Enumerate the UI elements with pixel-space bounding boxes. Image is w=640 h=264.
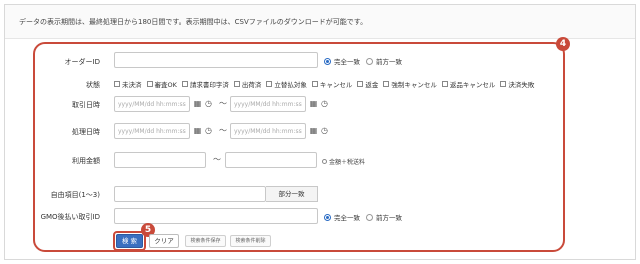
clock-icon[interactable]: ◷ [319, 125, 330, 136]
range-separator: 〜 [219, 126, 227, 135]
checkbox[interactable] [146, 81, 153, 87]
free-item-input[interactable] [114, 186, 266, 202]
order-id-prefix-label: 前方一致 [376, 58, 402, 66]
clear-button[interactable]: クリア [149, 234, 179, 248]
status-option[interactable]: 決済失敗 [500, 79, 534, 89]
gmo-transaction-id-label: GMO後払い取引ID [40, 213, 100, 221]
transaction-datetime-label: 取引日時 [72, 101, 100, 109]
order-id-exact-radio[interactable] [324, 57, 331, 65]
clock-icon[interactable]: ◷ [319, 98, 330, 109]
free-item-label: 自由項目(1〜3) [50, 191, 100, 199]
status-option[interactable]: 強制キャンセル [383, 79, 437, 89]
status-label: 状態 [86, 81, 100, 89]
status-option[interactable]: 返金 [357, 79, 378, 89]
order-id-label: オーダーID [64, 58, 100, 66]
amount-note: 金額＋税送料 [322, 157, 365, 166]
gmo-id-exact-label: 完全一致 [334, 214, 360, 222]
status-option[interactable]: 審査OK [146, 79, 177, 89]
checkbox[interactable] [357, 81, 364, 87]
display-period-notice: データの表示期間は、最終処理日から180日間です。表示期間中は、CSVファイルの… [19, 18, 368, 26]
save-conditions-button[interactable]: 検索条件保存 [185, 235, 226, 247]
calendar-icon[interactable]: ▦ [308, 125, 319, 136]
amount-from-input[interactable] [114, 152, 206, 168]
checkbox[interactable] [383, 81, 390, 87]
gmo-id-prefix-radio[interactable] [366, 213, 373, 221]
gmo-id-prefix-label: 前方一致 [376, 214, 402, 222]
callout-badge-4: 4 [556, 37, 570, 51]
processing-from-input[interactable] [114, 123, 190, 139]
notice-bar: データの表示期間は、最終処理日から180日間です。表示期間中は、CSVファイルの… [5, 5, 635, 39]
gmo-id-match-options: 完全一致 前方一致 [324, 212, 402, 222]
status-checkboxes: 未決済 審査OK 請求書印字済 出荷済 立替払対象 キャンセル 返金 強制キャン… [114, 79, 537, 89]
checkbox[interactable] [311, 81, 318, 87]
transaction-from-input[interactable] [114, 96, 190, 112]
search-button[interactable]: 検 索 [116, 234, 143, 248]
partial-match-label: 部分一致 [266, 186, 318, 202]
checkbox[interactable] [233, 81, 240, 87]
transaction-to-input[interactable] [230, 96, 306, 112]
checkbox[interactable] [266, 81, 273, 87]
calendar-icon[interactable]: ▦ [192, 125, 203, 136]
clock-icon[interactable]: ◷ [203, 125, 214, 136]
amount-label: 利用金額 [72, 157, 100, 165]
status-option[interactable]: 請求書印字済 [181, 79, 229, 89]
checkbox[interactable] [441, 81, 448, 87]
status-option[interactable]: 未決済 [114, 79, 142, 89]
range-separator: 〜 [213, 155, 221, 164]
status-option[interactable]: 立替払対象 [266, 79, 307, 89]
info-icon [322, 159, 327, 164]
order-id-input[interactable] [114, 52, 318, 68]
checkbox[interactable] [500, 81, 507, 87]
delete-conditions-button[interactable]: 検索条件削除 [230, 235, 271, 247]
gmo-transaction-id-input[interactable] [114, 208, 318, 224]
clock-icon[interactable]: ◷ [203, 98, 214, 109]
amount-to-input[interactable] [225, 152, 317, 168]
status-option[interactable]: キャンセル [311, 79, 352, 89]
range-separator: 〜 [219, 99, 227, 108]
gmo-id-exact-radio[interactable] [324, 213, 331, 221]
order-id-prefix-radio[interactable] [366, 57, 373, 65]
processing-datetime-label: 処理日時 [72, 128, 100, 136]
order-id-exact-label: 完全一致 [334, 58, 360, 66]
processing-to-input[interactable] [230, 123, 306, 139]
checkbox[interactable] [181, 81, 188, 87]
calendar-icon[interactable]: ▦ [308, 98, 319, 109]
status-option[interactable]: 出荷済 [233, 79, 261, 89]
order-id-match-options: 完全一致 前方一致 [324, 56, 402, 66]
status-option[interactable]: 返品キャンセル [441, 79, 495, 89]
calendar-icon[interactable]: ▦ [192, 98, 203, 109]
checkbox[interactable] [114, 81, 120, 87]
